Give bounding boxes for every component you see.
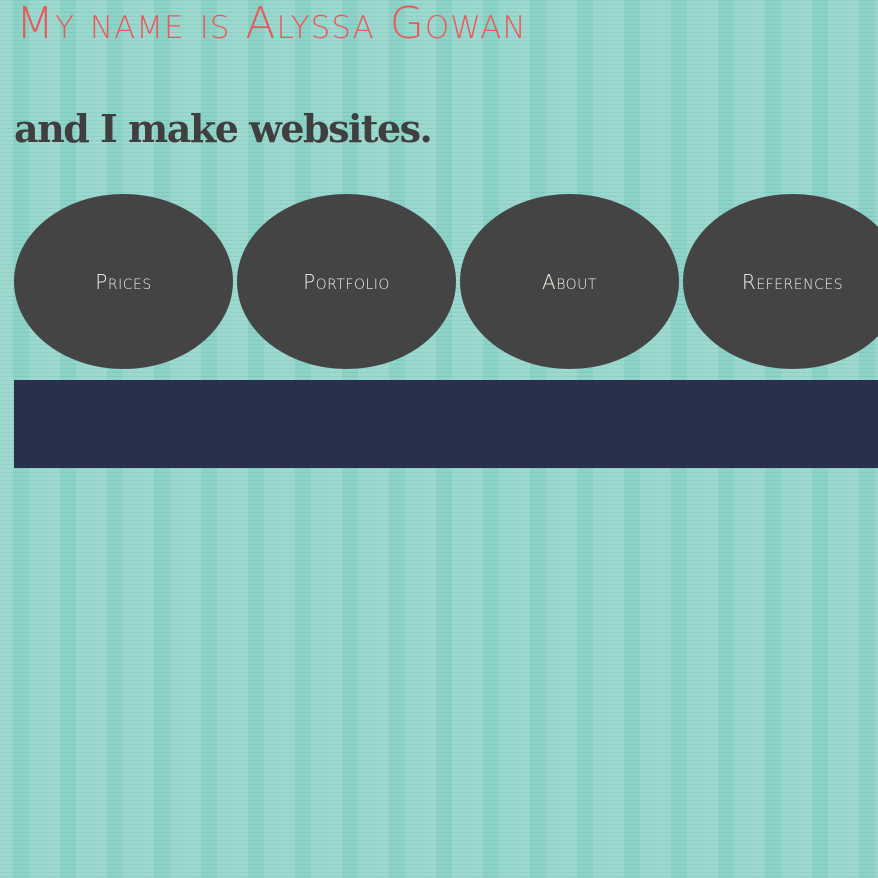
- site-title: My name is Alyssa Gowan: [16, 0, 527, 49]
- nav-item-label: About: [542, 269, 597, 294]
- content-banner: [14, 380, 878, 468]
- tagline: and I make websites.: [14, 106, 433, 151]
- nav-item-about[interactable]: About: [460, 194, 679, 369]
- nav-item-label: Prices: [95, 269, 152, 294]
- nav-item-label: References: [741, 269, 844, 294]
- nav-item-label: Portfolio: [303, 269, 390, 294]
- nav-item-references[interactable]: References: [683, 194, 878, 369]
- main-nav: Prices Portfolio About References: [14, 194, 878, 369]
- nav-item-portfolio[interactable]: Portfolio: [237, 194, 456, 369]
- nav-item-prices[interactable]: Prices: [14, 194, 233, 369]
